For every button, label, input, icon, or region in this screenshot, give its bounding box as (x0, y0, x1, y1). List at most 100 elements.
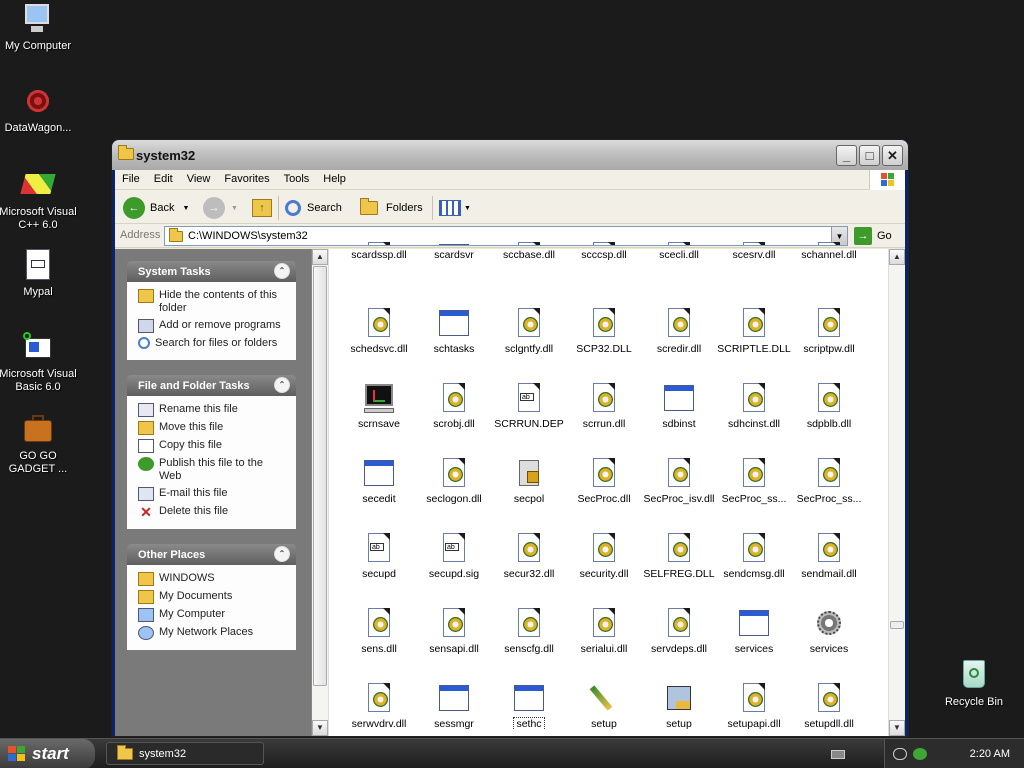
desktop-icon-recycle-bin[interactable]: Recycle Bin (934, 658, 1014, 709)
file-item[interactable]: sendcmsg.dll (716, 532, 792, 580)
file-item[interactable]: setupdll.dll (791, 682, 867, 730)
scroll-thumb[interactable] (890, 621, 904, 629)
file-item[interactable]: serwvdrv.dll (341, 682, 417, 730)
file-item[interactable]: SecProc.dll (566, 457, 642, 505)
file-item[interactable]: SCP32.DLL (566, 307, 642, 355)
task-email[interactable]: E-mail this file (138, 487, 288, 501)
system-tasks-header[interactable]: System Tasks ⌃ (127, 261, 296, 282)
views-button[interactable]: ▼ (439, 196, 471, 220)
folders-button[interactable]: Folders (360, 196, 423, 220)
title-bar[interactable]: system32 _ □ ✕ (112, 140, 908, 170)
task-hide-contents[interactable]: Hide the contents of this folder (138, 289, 288, 315)
file-item[interactable]: setup (566, 682, 642, 730)
taskbar-window-system32[interactable]: system32 (106, 742, 264, 765)
file-item[interactable]: scesrv.dll (716, 241, 792, 261)
desktop-icon-my-computer[interactable]: My Computer (0, 2, 78, 53)
up-folder-button[interactable]: ↑ (252, 196, 272, 220)
task-copy[interactable]: Copy this file (138, 439, 288, 453)
menu-edit[interactable]: Edit (147, 170, 180, 185)
file-item[interactable]: scrnsave (341, 382, 417, 430)
file-item[interactable]: schannel.dll (791, 241, 867, 261)
menu-tools[interactable]: Tools (277, 170, 317, 185)
file-item[interactable]: schtasks (416, 307, 492, 355)
menu-help[interactable]: Help (316, 170, 353, 185)
file-item[interactable]: sdpblb.dll (791, 382, 867, 430)
file-item[interactable]: sccbase.dll (491, 241, 567, 261)
keyboard-icon[interactable] (831, 750, 845, 759)
menu-favorites[interactable]: Favorites (217, 170, 276, 185)
file-item[interactable]: secupd (341, 532, 417, 580)
file-item[interactable]: scredir.dll (641, 307, 717, 355)
other-places-header[interactable]: Other Places ⌃ (127, 544, 296, 565)
start-button[interactable]: start (0, 739, 95, 768)
file-item[interactable]: sethc (491, 682, 567, 730)
clock[interactable]: 2:20 AM (970, 748, 1010, 760)
place-my-documents[interactable]: My Documents (138, 590, 288, 604)
task-add-remove-programs[interactable]: Add or remove programs (138, 319, 288, 333)
file-item[interactable]: sdhcinst.dll (716, 382, 792, 430)
collapse-icon[interactable]: ⌃ (274, 263, 290, 279)
file-item[interactable]: secpol (491, 457, 567, 505)
network-icon[interactable] (893, 748, 907, 760)
file-item[interactable]: senscfg.dll (491, 607, 567, 655)
desktop-icon-mypal[interactable]: Mypal (0, 248, 78, 299)
back-button[interactable]: ← Back ▼ (123, 196, 189, 220)
desktop-icon-visual-basic[interactable]: Microsoft Visual Basic 6.0 (0, 330, 78, 394)
file-item[interactable]: scecli.dll (641, 241, 717, 261)
place-my-network[interactable]: My Network Places (138, 626, 288, 640)
file-item[interactable]: sessmgr (416, 682, 492, 730)
back-dropdown-icon[interactable]: ▼ (182, 205, 189, 212)
forward-dropdown-icon[interactable]: ▼ (231, 205, 238, 212)
menu-view[interactable]: View (180, 170, 218, 185)
file-item[interactable]: sclgntfy.dll (491, 307, 567, 355)
file-item[interactable]: SecProc_isv.dll (641, 457, 717, 505)
task-search-files[interactable]: Search for files or folders (138, 337, 288, 350)
file-item[interactable]: sendmail.dll (791, 532, 867, 580)
file-item[interactable]: scrobj.dll (416, 382, 492, 430)
desktop-icon-visual-cpp[interactable]: Microsoft Visual C++ 6.0 (0, 168, 78, 232)
scroll-down-button[interactable]: ▼ (889, 720, 905, 736)
scroll-down-button[interactable]: ▼ (312, 720, 328, 736)
file-list-scrollbar[interactable]: ▲ ▼ (888, 249, 905, 736)
collapse-icon[interactable]: ⌃ (274, 377, 290, 393)
file-item[interactable]: setup (641, 682, 717, 730)
file-item[interactable]: services (791, 607, 867, 655)
task-move[interactable]: Move this file (138, 421, 288, 435)
collapse-icon[interactable]: ⌃ (274, 546, 290, 562)
minimize-button[interactable]: _ (836, 145, 857, 166)
close-button[interactable]: ✕ (882, 145, 903, 166)
file-item[interactable]: secupd.sig (416, 532, 492, 580)
menu-file[interactable]: File (115, 170, 147, 185)
file-item[interactable]: scardsvr (416, 241, 492, 261)
file-item[interactable]: SecProc_ss... (791, 457, 867, 505)
file-item[interactable]: scardssp.dll (341, 241, 417, 261)
task-delete[interactable]: ✕ Delete this file (138, 505, 288, 519)
file-item[interactable]: serialui.dll (566, 607, 642, 655)
file-item[interactable]: secur32.dll (491, 532, 567, 580)
file-item[interactable]: secedit (341, 457, 417, 505)
place-windows[interactable]: WINDOWS (138, 572, 288, 586)
file-item[interactable]: SELFREG.DLL (641, 532, 717, 580)
file-item[interactable]: seclogon.dll (416, 457, 492, 505)
search-button[interactable]: Search (285, 196, 342, 220)
file-folder-tasks-header[interactable]: File and Folder Tasks ⌃ (127, 375, 296, 396)
file-item[interactable]: SCRIPTLE.DLL (716, 307, 792, 355)
forward-button[interactable]: → ▼ (203, 196, 238, 220)
maximize-button[interactable]: □ (859, 145, 880, 166)
task-rename[interactable]: Rename this file (138, 403, 288, 417)
scroll-up-button[interactable]: ▲ (312, 249, 328, 265)
file-item[interactable]: schedsvc.dll (341, 307, 417, 355)
desktop-icon-go-go-gadget[interactable]: GO GO GADGET ... (0, 412, 78, 476)
file-item[interactable]: setupapi.dll (716, 682, 792, 730)
place-my-computer[interactable]: My Computer (138, 608, 288, 622)
file-item[interactable]: security.dll (566, 532, 642, 580)
file-item[interactable]: servdeps.dll (641, 607, 717, 655)
scroll-thumb[interactable] (313, 266, 327, 686)
desktop-icon-datawagon[interactable]: DataWagon... (0, 84, 78, 135)
scroll-up-button[interactable]: ▲ (889, 249, 905, 265)
file-item[interactable]: scccsp.dll (566, 241, 642, 261)
file-item[interactable]: scrrun.dll (566, 382, 642, 430)
file-item[interactable]: services (716, 607, 792, 655)
file-item[interactable]: SecProc_ss... (716, 457, 792, 505)
file-item[interactable]: sdbinst (641, 382, 717, 430)
